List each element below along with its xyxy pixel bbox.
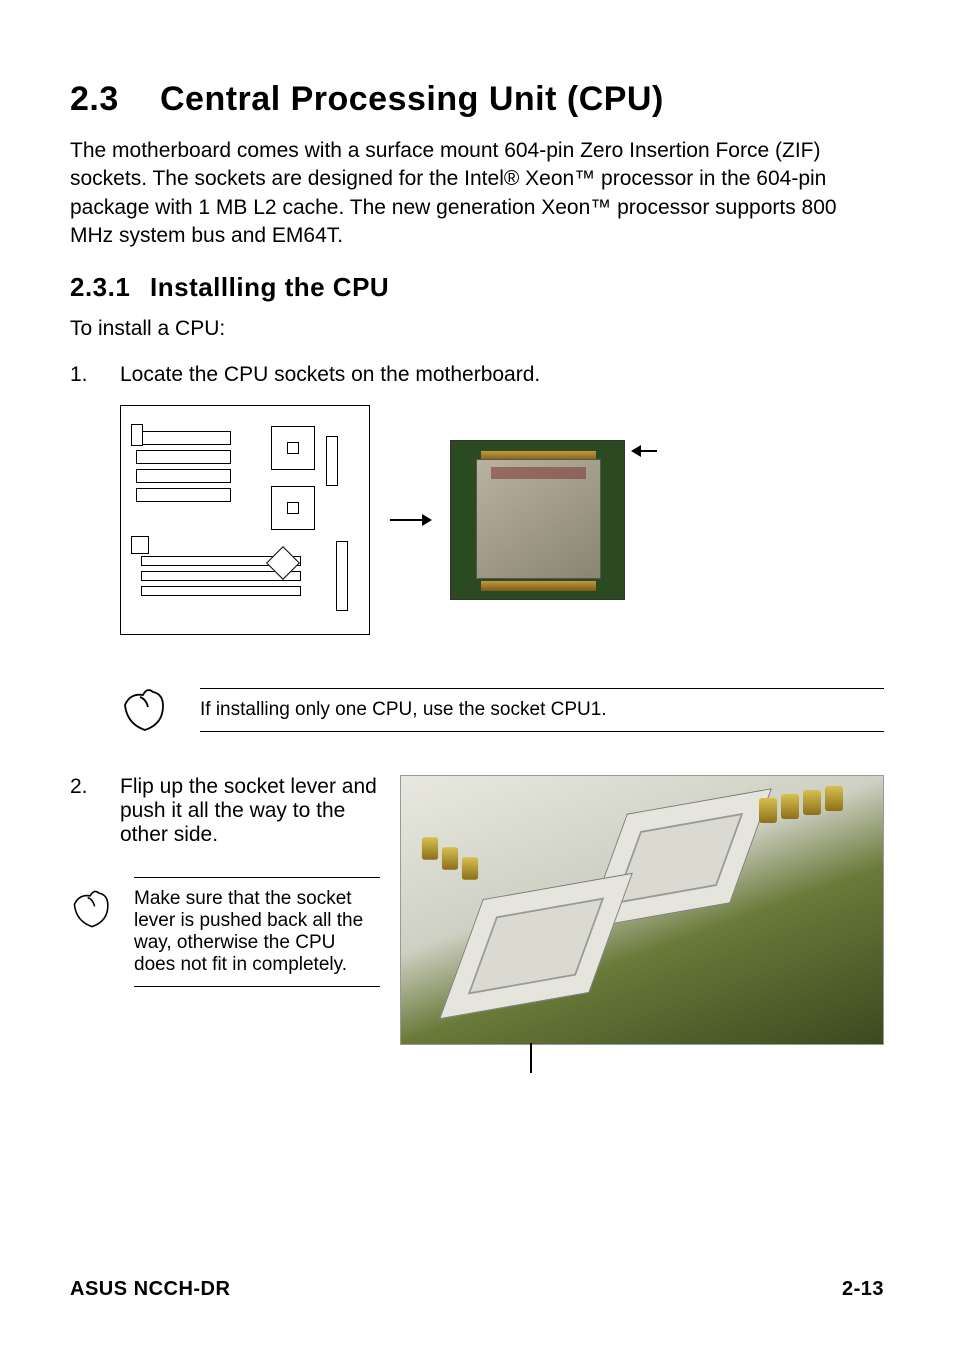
pci-slot-icon: [141, 586, 301, 596]
step-text: Flip up the socket lever and push it all…: [120, 775, 380, 847]
intro-paragraph: The motherboard comes with a surface mou…: [70, 137, 884, 250]
step-number: 1.: [70, 363, 120, 387]
section-title: Central Processing Unit (CPU): [160, 80, 664, 118]
footer-right: 2-13: [842, 1278, 884, 1301]
note-1: If installing only one CPU, use the sock…: [120, 685, 884, 735]
ram-slot-icon: [136, 431, 231, 445]
cpu-socket-icon: [271, 486, 315, 530]
note-text: If installing only one CPU, use the sock…: [200, 699, 884, 721]
step-number: 2.: [70, 775, 120, 847]
motherboard-diagram: [120, 405, 370, 635]
note-2: Make sure that the socket lever is pushe…: [70, 877, 380, 987]
ram-slot-icon: [136, 450, 231, 464]
step-text: Locate the CPU sockets on the motherboar…: [120, 363, 540, 387]
connector-icon: [326, 436, 338, 486]
subsection-number: 2.3.1: [70, 272, 150, 303]
section-heading: 2.3Central Processing Unit (CPU): [70, 80, 884, 119]
cpu-photo: [450, 440, 625, 600]
install-intro: To install a CPU:: [70, 317, 884, 341]
io-port-icon: [131, 424, 143, 446]
section-number: 2.3: [70, 80, 160, 119]
note-text: Make sure that the socket lever is pushe…: [134, 888, 380, 976]
socket-photo: [400, 775, 884, 1045]
subsection-title: Installling the CPU: [150, 272, 389, 302]
note-hand-icon: [120, 685, 170, 735]
step-2: 2. Flip up the socket lever and push it …: [70, 775, 380, 847]
step-1: 1. Locate the CPU sockets on the motherb…: [70, 363, 884, 387]
diagram-row: [120, 405, 884, 635]
page-footer: ASUS NCCH-DR 2-13: [70, 1278, 884, 1301]
chip-icon: [131, 536, 149, 554]
ram-slot-icon: [136, 469, 231, 483]
ram-slot-icon: [136, 488, 231, 502]
arrow-left-icon: [633, 450, 657, 452]
pointer-line-icon: [530, 1043, 532, 1073]
cpu-socket-icon: [271, 426, 315, 470]
arrow-right-icon: [390, 519, 430, 521]
connector-icon: [336, 541, 348, 611]
note-hand-icon: [70, 887, 114, 931]
footer-left: ASUS NCCH-DR: [70, 1278, 230, 1301]
subsection-heading: 2.3.1Installling the CPU: [70, 272, 884, 303]
